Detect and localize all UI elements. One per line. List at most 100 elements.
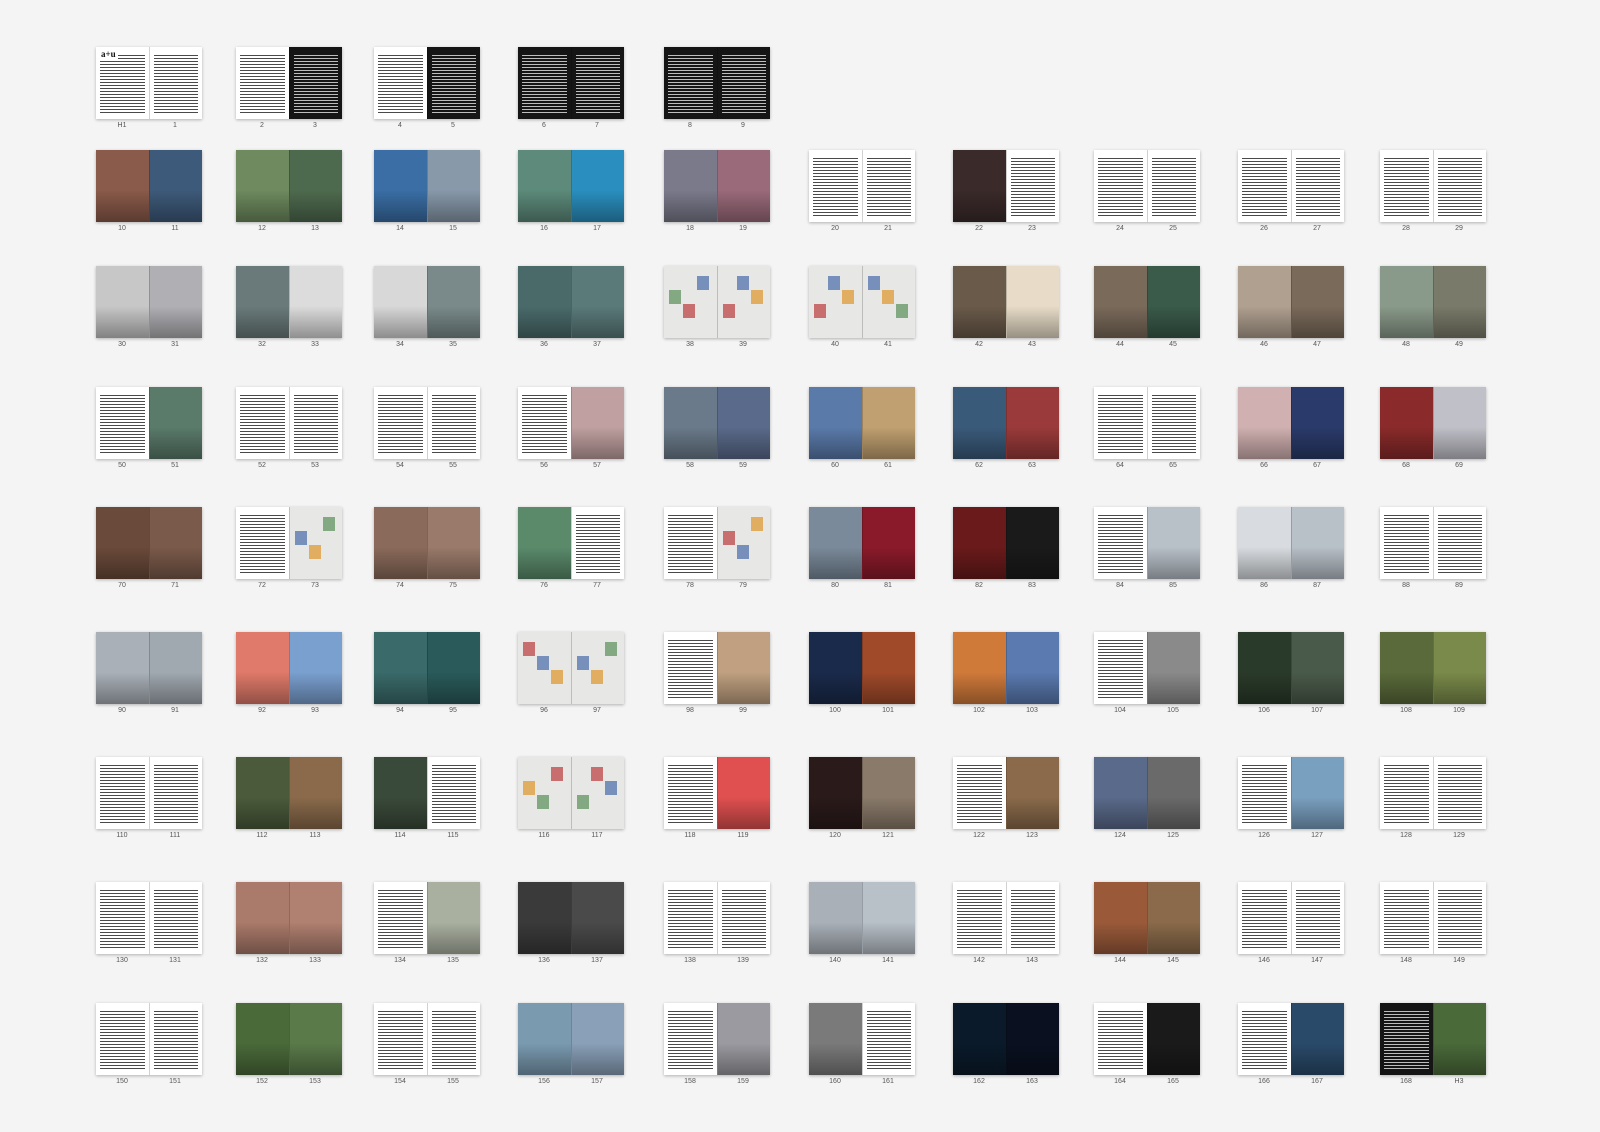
spread-thumbnail[interactable]: a+u <box>96 47 202 119</box>
spread-thumbnail[interactable] <box>1094 757 1200 829</box>
spread-thumbnail[interactable] <box>1238 507 1344 579</box>
page-number-label: 144 <box>1114 957 1126 964</box>
spread-thumbnail[interactable] <box>1238 266 1344 338</box>
spread-thumbnail[interactable] <box>809 507 915 579</box>
drawing-block <box>537 795 549 809</box>
spread-thumbnail[interactable] <box>518 266 624 338</box>
spread-thumbnail[interactable] <box>96 632 202 704</box>
spread-thumbnail[interactable] <box>236 507 342 579</box>
spread-thumbnail[interactable] <box>1380 150 1486 222</box>
spread-thumbnail[interactable] <box>96 882 202 954</box>
spread-thumbnail[interactable] <box>809 757 915 829</box>
spread-thumbnail[interactable] <box>953 882 1059 954</box>
page-number-label: 103 <box>1026 707 1038 714</box>
spread-thumbnail[interactable] <box>953 387 1059 459</box>
spread-thumbnail[interactable] <box>236 150 342 222</box>
spread-thumbnail[interactable] <box>96 266 202 338</box>
spread-thumbnail[interactable] <box>374 150 480 222</box>
spread-thumbnail[interactable] <box>1380 757 1486 829</box>
text-block <box>1384 890 1429 948</box>
spread-thumbnail[interactable] <box>518 150 624 222</box>
spread-thumbnail[interactable] <box>96 757 202 829</box>
spread-thumbnail[interactable] <box>809 387 915 459</box>
spread-thumbnail[interactable] <box>1094 507 1200 579</box>
spread-thumbnail[interactable] <box>809 632 915 704</box>
right-page <box>1005 150 1059 222</box>
spread-thumbnail[interactable] <box>1094 632 1200 704</box>
spread-thumbnail[interactable] <box>809 882 915 954</box>
spread-thumbnail[interactable] <box>1238 757 1344 829</box>
spread-thumbnail[interactable] <box>1380 266 1486 338</box>
spread-thumbnail[interactable] <box>1238 882 1344 954</box>
spread-thumbnail[interactable] <box>1380 632 1486 704</box>
spread-thumbnail[interactable] <box>96 1003 202 1075</box>
spread-thumbnail[interactable] <box>809 266 915 338</box>
spread-thumbnail[interactable] <box>1238 150 1344 222</box>
right-page <box>570 1003 624 1075</box>
spread-thumbnail[interactable] <box>236 632 342 704</box>
spread-thumbnail[interactable] <box>1238 387 1344 459</box>
spread-thumbnail[interactable] <box>664 632 770 704</box>
left-page <box>374 387 427 459</box>
page-number-label: 61 <box>884 462 892 469</box>
spread-thumbnail[interactable] <box>1094 882 1200 954</box>
spread-thumbnail[interactable] <box>518 757 624 829</box>
spread-thumbnail[interactable] <box>96 507 202 579</box>
spread-thumbnail[interactable] <box>518 882 624 954</box>
spread-thumbnail[interactable] <box>518 632 624 704</box>
photo-detail <box>1006 796 1059 829</box>
spread-thumbnail[interactable] <box>664 150 770 222</box>
spread-thumbnail[interactable] <box>1238 1003 1344 1075</box>
spread-thumbnail[interactable] <box>374 507 480 579</box>
spread-thumbnail[interactable] <box>664 387 770 459</box>
spread-thumbnail[interactable] <box>1094 387 1200 459</box>
spread-thumbnail[interactable] <box>1380 882 1486 954</box>
spread-thumbnail[interactable] <box>664 47 770 119</box>
spread-thumbnail[interactable] <box>1094 150 1200 222</box>
spread-thumbnail[interactable] <box>1094 266 1200 338</box>
spread-thumbnail[interactable] <box>236 47 342 119</box>
spread-thumbnail[interactable] <box>664 507 770 579</box>
spread-thumbnail[interactable] <box>374 266 480 338</box>
spread-thumbnail[interactable] <box>374 387 480 459</box>
photo-detail <box>862 546 915 579</box>
spread-thumbnail[interactable] <box>1380 507 1486 579</box>
spread-thumbnail[interactable] <box>953 150 1059 222</box>
spread-thumbnail[interactable] <box>236 266 342 338</box>
page-number-label: 137 <box>591 957 603 964</box>
spread-thumbnail[interactable] <box>953 266 1059 338</box>
spread-thumbnail[interactable] <box>809 1003 915 1075</box>
spread-thumbnail[interactable] <box>518 1003 624 1075</box>
spread-thumbnail[interactable] <box>953 632 1059 704</box>
right-page <box>148 1003 202 1075</box>
spread-thumbnail[interactable] <box>374 1003 480 1075</box>
spread-thumbnail[interactable] <box>374 882 480 954</box>
spread-thumbnail[interactable] <box>1238 632 1344 704</box>
spread-thumbnail[interactable] <box>664 266 770 338</box>
spread-thumbnail[interactable] <box>374 47 480 119</box>
spread-thumbnail[interactable] <box>374 757 480 829</box>
spread-thumbnail[interactable] <box>1094 1003 1200 1075</box>
spread-thumbnail[interactable] <box>374 632 480 704</box>
spread-thumbnail[interactable] <box>664 1003 770 1075</box>
spread-thumbnail[interactable] <box>96 150 202 222</box>
spread-thumbnail[interactable] <box>664 882 770 954</box>
text-block <box>431 765 476 823</box>
spread-thumbnail[interactable] <box>236 387 342 459</box>
spread-thumbnail[interactable] <box>953 507 1059 579</box>
spread-thumbnail[interactable] <box>236 882 342 954</box>
spread-thumbnail[interactable] <box>96 387 202 459</box>
spread-thumbnail[interactable] <box>518 387 624 459</box>
spread-thumbnail[interactable] <box>236 757 342 829</box>
spread-thumbnail[interactable] <box>664 757 770 829</box>
spread-thumbnail[interactable] <box>518 507 624 579</box>
spread-thumbnail[interactable] <box>953 757 1059 829</box>
spread-thumbnail[interactable] <box>809 150 915 222</box>
photo-detail <box>149 305 202 338</box>
spread-thumbnail[interactable] <box>518 47 624 119</box>
spread-thumbnail[interactable] <box>953 1003 1059 1075</box>
page-number-label: 52 <box>258 462 266 469</box>
spread-thumbnail[interactable] <box>1380 1003 1486 1075</box>
spread-thumbnail[interactable] <box>236 1003 342 1075</box>
spread-thumbnail[interactable] <box>1380 387 1486 459</box>
